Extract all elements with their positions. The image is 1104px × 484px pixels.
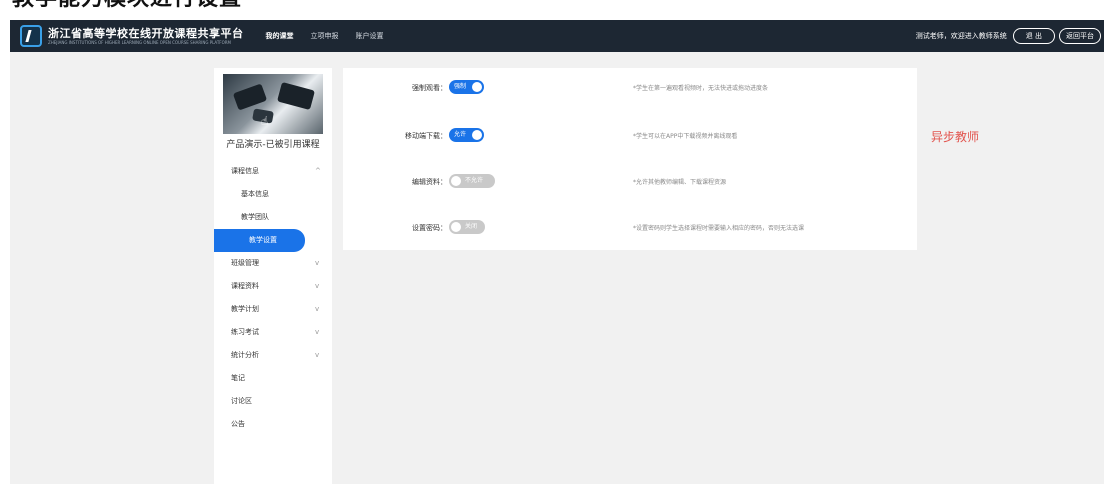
brand-title: 浙江省高等学校在线开放课程共享平台	[48, 27, 244, 40]
menu-teaching-settings[interactable]: 教学设置	[214, 229, 305, 252]
chevron-down-icon: v	[315, 305, 320, 313]
puzzle-piece-1	[232, 83, 268, 111]
menu-label: 练习考试	[231, 328, 259, 336]
nav-account-settings[interactable]: 账户设置	[356, 20, 384, 52]
chevron-up-icon: ^	[315, 167, 321, 175]
top-navbar: 浙江省高等学校在线开放课程共享平台 ZHEJIANG INSTITUTIONS …	[10, 20, 1104, 52]
toggle-knob	[472, 130, 482, 140]
menu-label: 教学计划	[231, 305, 259, 313]
menu-label: 统计分析	[231, 351, 259, 359]
setting-force-watch: 强制观看： 强制 *学生在第一遍观看视频时，无法快进或拖动进度条	[343, 78, 917, 98]
setting-edit-materials: 编辑资料： 不允许 *允许其他教师编辑、下载课程资源	[343, 172, 917, 192]
menu-teaching-team[interactable]: 教学团队	[214, 206, 332, 229]
toggle-text: 关闭	[465, 223, 478, 230]
course-cover-image[interactable]: ☝	[223, 74, 323, 134]
menu-teaching-plan[interactable]: 教学计划 v	[214, 298, 332, 321]
setting-password: 设置密码： 关闭 *设置密码则学生选择课程时需要输入相应的密码，否则无法选课	[343, 218, 917, 238]
menu-course-materials[interactable]: 课程资料 v	[214, 275, 332, 298]
chevron-down-icon: v	[315, 259, 320, 267]
chevron-down-icon: v	[315, 351, 320, 359]
edit-materials-toggle[interactable]: 不允许	[449, 174, 495, 188]
mobile-download-toggle[interactable]: 允许	[449, 128, 484, 142]
setting-label: 设置密码：	[412, 224, 447, 232]
password-toggle[interactable]: 关闭	[449, 220, 485, 234]
setting-mobile-download: 移动端下载： 允许 *学生可以在APP中下载视频并离线观看	[343, 126, 917, 146]
menu-label: 班级管理	[231, 259, 259, 267]
menu-label: 笔记	[231, 374, 245, 382]
menu-statistics[interactable]: 统计分析 v	[214, 344, 332, 367]
main-nav: 我的课堂 立项申报 账户设置	[266, 20, 401, 52]
welcome-text: 测试老师，欢迎进入教师系统	[915, 32, 1007, 40]
setting-hint: *设置密码则学生选择课程时需要输入相应的密码，否则无法选课	[633, 225, 805, 232]
logout-button[interactable]: 退 出	[1012, 28, 1055, 44]
toggle-knob	[451, 222, 461, 232]
course-title: 产品演示-已被引用课程	[226, 140, 320, 150]
menu-discussion[interactable]: 讨论区	[214, 390, 332, 413]
nav-my-classroom[interactable]: 我的课堂	[266, 20, 294, 52]
setting-hint: *允许其他教师编辑、下载课程资源	[633, 179, 727, 186]
menu-exercises-exams[interactable]: 练习考试 v	[214, 321, 332, 344]
chevron-down-icon: v	[315, 328, 320, 336]
toggle-text: 强制	[454, 83, 467, 90]
setting-hint: *学生可以在APP中下载视频并离线观看	[633, 133, 738, 140]
setting-hint: *学生在第一遍观看视频时，无法快进或拖动进度条	[633, 85, 769, 92]
hand-cursor-icon: ☝	[261, 114, 269, 128]
menu-course-info[interactable]: 课程信息 ^	[214, 160, 332, 183]
toggle-text: 允许	[454, 131, 467, 138]
menu-label: 课程资料	[231, 282, 259, 290]
toggle-knob	[472, 82, 482, 92]
puzzle-piece-2	[276, 81, 316, 111]
menu-class-management[interactable]: 班级管理 v	[214, 252, 332, 275]
chevron-down-icon: v	[315, 282, 320, 290]
menu-basic-info[interactable]: 基本信息	[214, 183, 332, 206]
platform-logo-icon[interactable]	[20, 25, 42, 47]
menu-label: 教学设置	[249, 236, 277, 244]
user-area: 测试老师，欢迎进入教师系统 退 出 返回平台	[916, 28, 1104, 44]
setting-label: 编辑资料：	[412, 178, 447, 186]
menu-notes[interactable]: 笔记	[214, 367, 332, 390]
brand-subtitle: ZHEJIANG INSTITUTIONS OF HIGHER LEARNING…	[48, 40, 231, 45]
setting-label: 强制观看：	[412, 84, 447, 92]
nav-project-apply[interactable]: 立项申报	[311, 20, 339, 52]
brand: 浙江省高等学校在线开放课程共享平台 ZHEJIANG INSTITUTIONS …	[48, 27, 244, 45]
menu-label: 基本信息	[241, 190, 269, 198]
menu-label: 课程信息	[231, 167, 259, 175]
back-to-platform-button[interactable]: 返回平台	[1059, 28, 1101, 44]
menu-label: 公告	[231, 420, 245, 428]
menu-label: 讨论区	[231, 397, 252, 405]
toggle-text: 不允许	[465, 177, 484, 184]
force-watch-toggle[interactable]: 强制	[449, 80, 484, 94]
sidebar-menu: 课程信息 ^ 基本信息 教学团队 教学设置 班级管理 v 课程资料 v 教学计划	[214, 160, 332, 436]
app-window: 浙江省高等学校在线开放课程共享平台 ZHEJIANG INSTITUTIONS …	[10, 20, 1104, 484]
watermark-text: 异步教师	[931, 130, 980, 144]
screenshot-caption: 教学能力模块进行设置	[0, 0, 1104, 14]
course-sidebar: ☝ 产品演示-已被引用课程 课程信息 ^ 基本信息 教学团队 教学设置 班级管理…	[214, 68, 332, 484]
teaching-settings-panel: 强制观看： 强制 *学生在第一遍观看视频时，无法快进或拖动进度条 移动端下载： …	[343, 68, 917, 250]
menu-label: 教学团队	[241, 213, 269, 221]
setting-label: 移动端下载：	[405, 132, 447, 140]
menu-announcements[interactable]: 公告	[214, 413, 332, 436]
toggle-knob	[451, 176, 461, 186]
